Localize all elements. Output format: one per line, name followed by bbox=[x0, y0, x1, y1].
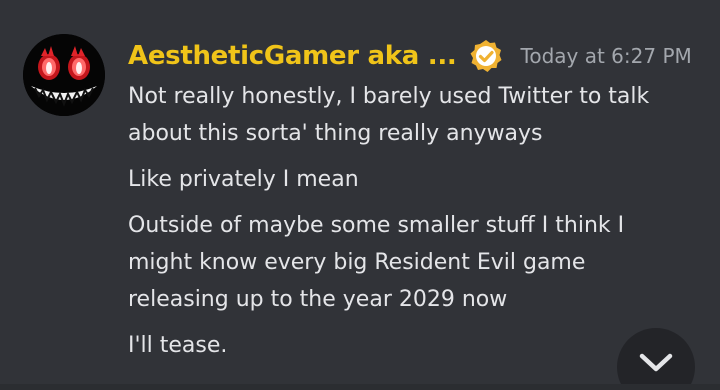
chat-view: AestheticGamer aka ... Today at 6:27 PM … bbox=[0, 0, 720, 390]
message-group: Not really honestly, I barely used Twitt… bbox=[128, 78, 688, 373]
message-line: I'll tease. bbox=[128, 327, 688, 364]
author-name[interactable]: AestheticGamer aka ... bbox=[128, 41, 457, 71]
verified-check-badge-icon[interactable] bbox=[469, 39, 503, 73]
message-text: Like privately I mean bbox=[128, 167, 359, 192]
message-line: Like privately I mean bbox=[128, 161, 688, 198]
grinning-demon-face-icon bbox=[23, 34, 105, 116]
message-header: AestheticGamer aka ... Today at 6:27 PM bbox=[128, 36, 692, 76]
divider bbox=[0, 384, 720, 390]
user-avatar[interactable] bbox=[23, 34, 105, 116]
message-line: Not really honestly, I barely used Twitt… bbox=[128, 78, 688, 152]
message-line: Outside of maybe some smaller stuff I th… bbox=[128, 207, 688, 318]
message-text: I'll tease. bbox=[128, 333, 228, 358]
message-timestamp: Today at 6:27 PM bbox=[520, 44, 692, 68]
chevron-down-icon bbox=[639, 353, 673, 372]
message-text: Not really honestly, I barely used Twitt… bbox=[128, 84, 650, 146]
message-text: Outside of maybe some smaller stuff I th… bbox=[128, 213, 625, 312]
